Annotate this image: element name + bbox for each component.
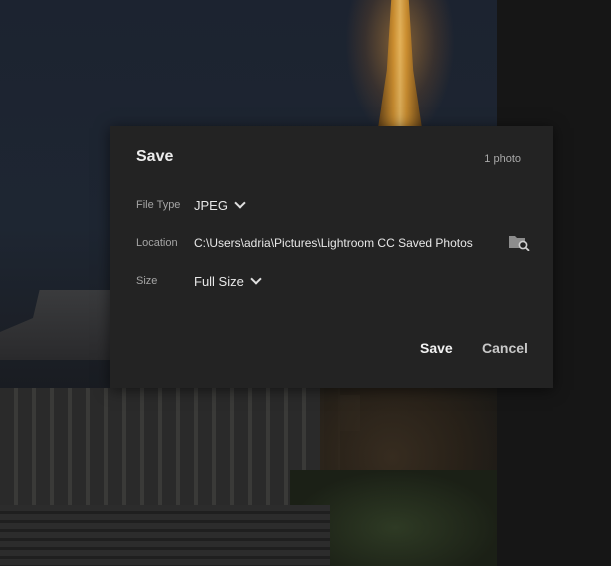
file-type-label: File Type: [136, 199, 181, 211]
cancel-button[interactable]: Cancel: [482, 340, 528, 356]
chevron-down-icon: [234, 197, 246, 209]
size-label: Size: [136, 275, 158, 287]
chevron-down-icon: [250, 273, 262, 285]
location-label: Location: [136, 237, 178, 249]
temple-body-image: [0, 388, 340, 518]
save-dialog: Save 1 photo File Type JPEG Location C:\…: [110, 126, 553, 388]
file-type-row: File Type JPEG: [136, 195, 246, 215]
location-row: Location C:\Users\adria\Pictures\Lightro…: [136, 233, 473, 253]
folder-search-icon[interactable]: [508, 233, 530, 252]
file-type-dropdown[interactable]: JPEG: [194, 197, 246, 213]
photo-count: 1 photo: [484, 153, 521, 165]
app-window: Save 1 photo File Type JPEG Location C:\…: [0, 0, 611, 566]
dialog-title: Save: [136, 148, 174, 165]
size-dropdown[interactable]: Full Size: [194, 273, 262, 289]
save-button[interactable]: Save: [420, 340, 453, 356]
file-type-value: JPEG: [194, 197, 228, 213]
size-value: Full Size: [194, 273, 244, 289]
location-path[interactable]: C:\Users\adria\Pictures\Lightroom CC Sav…: [194, 236, 473, 250]
steps-image: [0, 505, 330, 566]
size-row: Size Full Size: [136, 271, 262, 291]
